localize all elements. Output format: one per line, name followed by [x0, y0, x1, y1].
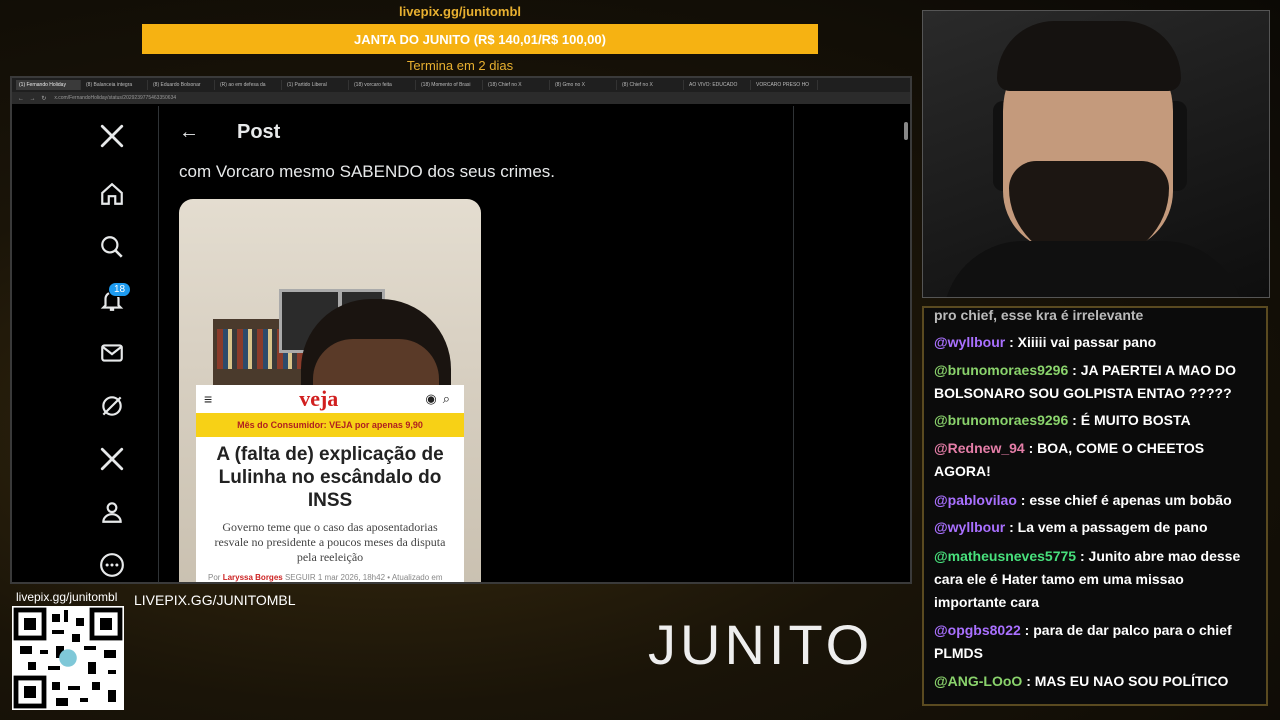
donation-url: livepix.gg/junitombl [398, 4, 522, 19]
chat-username[interactable]: @opgbs8022 [934, 622, 1021, 638]
x-page: 18 ← Post com Vorcaro mesmo SABENDO dos … [12, 106, 910, 582]
browser-tab[interactable]: (8) Gmo no X [552, 80, 617, 90]
chat-message: @matheusneves5775 : Junito abre mao dess… [934, 548, 1241, 610]
chat-username[interactable]: @Rednew_94 [934, 440, 1025, 456]
chat-message: @wyllbour : Xiiiii vai passar pano [934, 334, 1157, 350]
more-icon[interactable] [98, 551, 126, 579]
chat-message: @pablovilao : esse chief é apenas um bob… [934, 492, 1232, 508]
browser-tab[interactable]: VORCARO PRESO HO [753, 80, 818, 90]
menu-icon: ≡ [204, 391, 213, 407]
streamer-hair [997, 21, 1181, 91]
article-deck: Governo teme que o caso das aposentadori… [214, 520, 446, 564]
post-header: ← Post [159, 106, 793, 158]
browser-tab[interactable]: (1) Fernando Holiday [16, 80, 81, 90]
browser-tab[interactable]: (18) vorcaro feita [351, 80, 416, 90]
chat-message: @wyllbour : La vem a passagem de pano [934, 519, 1208, 535]
nav-buttons[interactable]: ← → ↻ [18, 95, 48, 102]
chat-username[interactable]: @pablovilao [934, 492, 1017, 508]
address-bar[interactable]: x.com/FernandoHoliday/status/20292397754… [54, 95, 904, 101]
post-column: ← Post com Vorcaro mesmo SABENDO dos seu… [159, 106, 794, 582]
browser-tab[interactable]: (R) ao em defesa da [217, 80, 282, 90]
browser-tab[interactable]: (8) Eduardo Bolsonar [150, 80, 215, 90]
tab-strip: (1) Fernando Holiday (8) Balanceia integ… [12, 78, 910, 92]
article-date: 1 mar 2026, 18h42 • Atualizado em [317, 573, 443, 582]
article-byline: Por Laryssa Borges SEGUIR 1 mar 2026, 18… [196, 565, 464, 582]
page-title: Post [237, 120, 281, 143]
x-logo-icon[interactable] [98, 122, 126, 150]
mail-icon[interactable] [98, 339, 126, 367]
chat-username[interactable]: @wyllbour [934, 334, 1005, 350]
veja-promo-banner: Mês do Consumidor: VEJA por apenas 9,90 [196, 413, 464, 437]
chat-username[interactable]: @matheusneves5775 [934, 548, 1076, 564]
home-icon[interactable] [98, 180, 126, 208]
post-video[interactable]: ≡ veja ◉⌕ Mês do Consumidor: VEJA por ap… [179, 199, 481, 582]
streamer-shirt [943, 241, 1243, 297]
donation-goal-bar: JANTA DO JUNITO (R$ 140,01/R$ 100,00) [142, 24, 818, 54]
back-arrow-icon[interactable]: ← [179, 121, 219, 144]
browser-tab[interactable]: (18) Chief no X [485, 80, 550, 90]
chat-text: esse chief é apenas um bobão [1029, 492, 1232, 508]
webcam-feed [922, 10, 1270, 298]
chat-text: Xiiiii vai passar pano [1017, 334, 1157, 350]
chat-username[interactable]: @brunomoraes9296 [934, 412, 1068, 428]
chat-username[interactable]: @brunomoraes9296 [934, 362, 1068, 378]
profile-icon[interactable] [98, 498, 126, 526]
browser-tab[interactable]: (8) Chief no X [619, 80, 684, 90]
post-text: com Vorcaro mesmo SABENDO dos seus crime… [179, 162, 556, 181]
account-search-icon: ◉⌕ [425, 391, 456, 406]
veja-topbar: ≡ veja ◉⌕ [196, 385, 464, 413]
veja-logo: veja [299, 386, 339, 411]
follow-label: SEGUIR [284, 573, 316, 582]
live-chat: pro chief, esse kra é irrelevante @wyllb… [922, 306, 1268, 706]
x-premium-icon[interactable] [98, 445, 126, 473]
browser-tab[interactable]: AO VIVO: EDUCADO [686, 80, 751, 90]
browser-tab[interactable]: (1) Partido Liberal [284, 80, 349, 90]
x-sidebar: 18 [12, 106, 159, 582]
chat-text: MAS EU NAO SOU POLÍTICO [1034, 673, 1229, 689]
chat-message: @opgbs8022 : para de dar palco para o ch… [934, 622, 1232, 661]
notification-badge: 18 [108, 282, 132, 297]
chat-message: @brunomoraes9296 : É MUITO BOSTA [934, 412, 1191, 428]
chat-text: La vem a passagem de pano [1017, 519, 1208, 535]
address-bar-row: ← → ↻ x.com/FernandoHoliday/status/20292… [12, 92, 910, 104]
qr-label: livepix.gg/junitombl [16, 590, 118, 604]
chat-username[interactable]: @wyllbour [934, 519, 1005, 535]
chat-username[interactable]: @ANG-LOoO [934, 673, 1022, 689]
goal-text: JANTA DO JUNITO (R$ 140,01/R$ 100,00) [354, 31, 606, 47]
veja-article-screenshot: ≡ veja ◉⌕ Mês do Consumidor: VEJA por ap… [196, 385, 464, 582]
channel-logo: JUNITO [648, 613, 874, 676]
browser-tab[interactable]: (18) Momento of Brasi [418, 80, 483, 90]
chat-text: É MUITO BOSTA [1080, 412, 1191, 428]
browser-tab[interactable]: (8) Balanceia integra [83, 80, 148, 90]
livepix-banner-text: LIVEPIX.GG/JUNITOMBL [134, 592, 296, 608]
author-name: Laryssa Borges [222, 573, 283, 582]
article-headline: A (falta de) explicação de Lulinha no es… [216, 444, 444, 511]
chat-message: @ANG-LOoO : MAS EU NAO SOU POLÍTICO [934, 673, 1229, 689]
qr-code [12, 606, 124, 710]
page-scrollbar[interactable] [904, 122, 908, 140]
byline-prefix: Por [208, 573, 221, 582]
search-icon[interactable] [98, 233, 126, 261]
chat-message-partial: pro chief, esse kra é irrelevante [934, 307, 1144, 323]
grok-icon[interactable] [98, 392, 126, 420]
chat-message: @brunomoraes9296 : JA PAERTEI A MAO DO B… [934, 362, 1237, 401]
goal-countdown: Termina em 2 dias [406, 58, 514, 73]
chat-message: @Rednew_94 : BOA, COME O CHEETOS AGORA! [934, 440, 1205, 479]
browser-window: (1) Fernando Holiday (8) Balanceia integ… [10, 76, 912, 584]
